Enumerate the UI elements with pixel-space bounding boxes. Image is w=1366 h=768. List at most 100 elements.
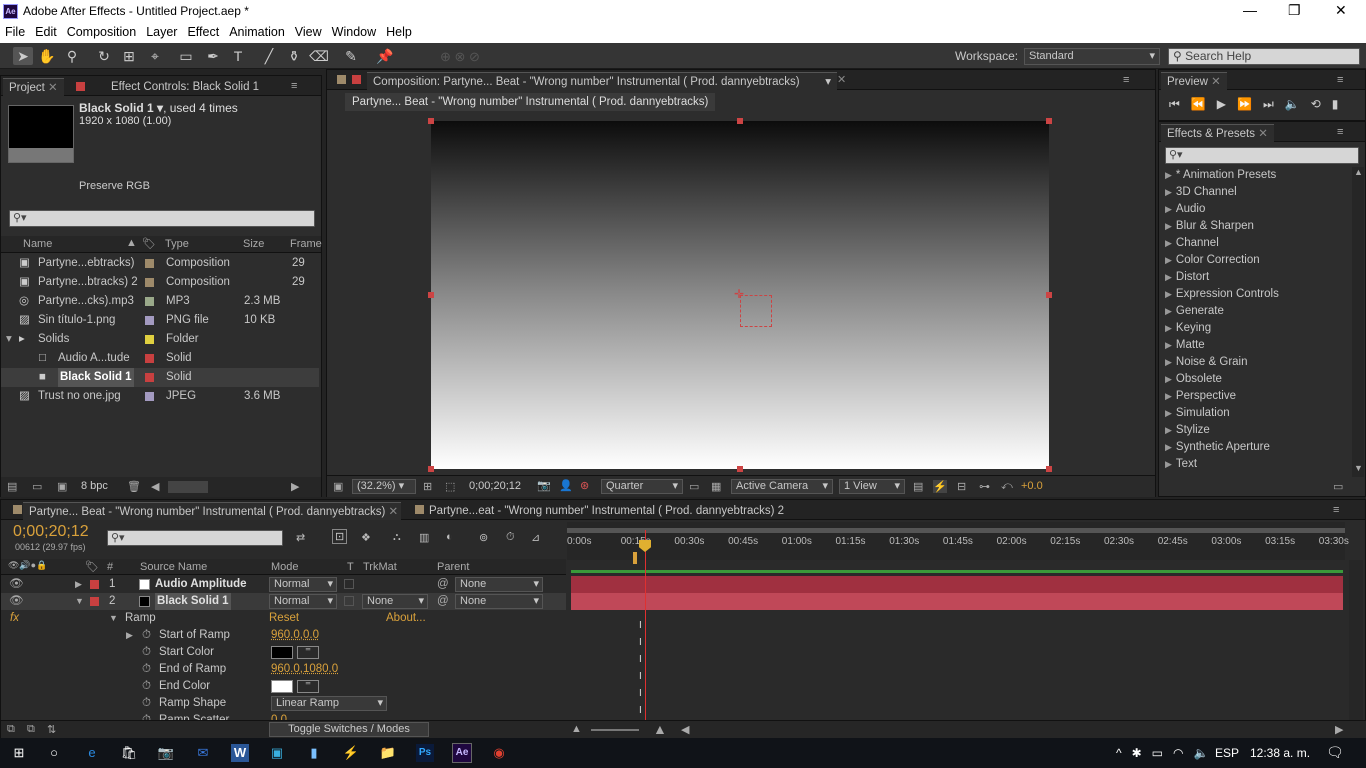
label-swatch[interactable]	[145, 354, 154, 363]
scroll-right-icon[interactable]: ▶	[1335, 723, 1343, 736]
stopwatch-icon[interactable]: ⏱	[142, 644, 151, 661]
file-explorer-icon[interactable]: 📁	[379, 744, 397, 762]
disclosure-triangle-icon[interactable]: ▶	[75, 576, 82, 593]
effect-category[interactable]: ▶ Obsolete	[1161, 371, 1351, 388]
interpret-footage-icon[interactable]: ▤	[7, 480, 17, 493]
camera-select[interactable]: Active Camera ▾	[731, 479, 833, 494]
windows-start-icon[interactable]: ⊞	[10, 744, 28, 762]
layer-row[interactable]: 👁 ▼ 2 Black Solid 1 Normal ▾ None ▾ @ None ▾	[1, 593, 566, 610]
toggle-pixel-aspect-icon[interactable]: ▤	[913, 480, 923, 493]
label-swatch[interactable]	[90, 597, 99, 606]
close-icon[interactable]: ✕	[389, 506, 399, 518]
store-icon[interactable]: 🛍	[120, 744, 138, 762]
photoshop-icon[interactable]: Ps	[416, 744, 434, 762]
project-row[interactable]: □ Audio A...tude Solid	[1, 349, 319, 368]
panel-menu-icon[interactable]: ≡	[1337, 126, 1343, 138]
trash-icon[interactable]: 🗑	[127, 480, 141, 493]
draft-3d-icon[interactable]: ❖	[361, 531, 371, 544]
handle[interactable]	[1046, 292, 1052, 298]
label-swatch[interactable]	[145, 278, 154, 287]
effect-category[interactable]: ▶ Generate	[1161, 303, 1351, 320]
minimize-icon[interactable]: —	[1243, 2, 1257, 18]
menu-file[interactable]: File	[0, 23, 30, 41]
handle[interactable]	[1046, 466, 1052, 472]
always-preview-icon[interactable]: ▣	[333, 480, 343, 493]
disclosure-triangle-icon[interactable]: ▶	[1161, 221, 1176, 231]
playhead-line[interactable]	[645, 530, 646, 720]
panel-menu-icon[interactable]: ≡	[1333, 504, 1339, 516]
menu-composition[interactable]: Composition	[62, 23, 141, 41]
notifications-icon[interactable]: 🗨	[1326, 744, 1344, 761]
project-row[interactable]: ■ Black Solid 1 Solid	[1, 368, 319, 387]
tab-preview[interactable]: Preview ✕	[1161, 72, 1227, 90]
disclosure-triangle-icon[interactable]: ▾	[6, 330, 12, 349]
h-scrollbar-thumb[interactable]	[168, 481, 208, 493]
menu-effect[interactable]: Effect	[182, 23, 224, 41]
snapshot-icon[interactable]: 📷	[537, 479, 551, 492]
region-of-interest-icon[interactable]: ▭	[689, 480, 699, 493]
type-tool-icon[interactable]: T	[228, 47, 248, 65]
scroll-left-icon[interactable]: ◀	[151, 480, 159, 493]
blend-mode-select[interactable]: Normal ▾	[269, 594, 337, 609]
project-search-input[interactable]: ⚲▾	[9, 210, 315, 227]
panel-menu-icon[interactable]: ≡	[1337, 74, 1343, 86]
timeline-current-time[interactable]: 0;00;20;12	[13, 523, 89, 541]
scroll-up-icon[interactable]: ▲	[1354, 167, 1363, 177]
clone-stamp-tool-icon[interactable]: ⚱	[284, 47, 304, 65]
handle[interactable]	[428, 292, 434, 298]
disclosure-triangle-icon[interactable]: ▶	[1161, 272, 1176, 282]
disclosure-triangle-icon[interactable]: ▶	[126, 627, 133, 644]
comp-viewer[interactable]: ✛	[428, 118, 1052, 472]
project-row[interactable]: ▨ Sin título-1.png PNG file 10 KB	[1, 311, 319, 330]
camera-tool-icon[interactable]: ⊞	[119, 47, 139, 65]
timeline-v-scrollbar[interactable]	[1349, 560, 1363, 720]
new-composition-icon[interactable]: ▣	[57, 480, 67, 493]
color-swatch[interactable]	[271, 680, 293, 693]
effect-row[interactable]: fx ▼ Ramp Reset About...	[1, 610, 566, 627]
cortana-icon[interactable]: ○	[45, 744, 63, 762]
chrome-icon[interactable]: ◉	[490, 744, 508, 762]
resolution-select[interactable]: Quarter ▾	[601, 479, 683, 494]
tray-icons[interactable]: ^✱▭◠🔈	[1116, 746, 1218, 760]
handle[interactable]	[737, 118, 743, 124]
menu-view[interactable]: View	[290, 23, 327, 41]
disclosure-triangle-icon[interactable]: ▶	[1161, 459, 1176, 469]
selection-tool-icon[interactable]: ➤	[13, 47, 33, 65]
grid-icon[interactable]: ⊞	[423, 480, 432, 493]
stopwatch-icon[interactable]: ⏱	[142, 678, 151, 695]
effect-category[interactable]: ▶ Blur & Sharpen	[1161, 218, 1351, 235]
brush-tool-icon[interactable]: ╱	[259, 47, 279, 65]
after-effects-taskbar-icon[interactable]: Ae	[452, 743, 472, 763]
menu-edit[interactable]: Edit	[30, 23, 62, 41]
color-swatch[interactable]	[271, 646, 293, 659]
anchor-point-icon[interactable]: ✛	[734, 287, 744, 301]
graph-editor-icon[interactable]: ⊿	[531, 531, 540, 544]
tab-effects-presets[interactable]: Effects & Presets ✕	[1161, 124, 1274, 142]
reset-exposure-icon[interactable]: ⤺	[1001, 480, 1013, 493]
restore-icon[interactable]: ❐	[1288, 2, 1301, 19]
bit-depth[interactable]: 8 bpc	[81, 480, 108, 492]
disclosure-triangle-icon[interactable]: ▶	[1161, 170, 1176, 180]
roto-brush-tool-icon[interactable]: ✎	[341, 47, 361, 65]
label-icon[interactable]: 🏷	[142, 237, 156, 250]
notes-icon[interactable]: ▮	[305, 744, 323, 762]
property-row[interactable]: ⏱ End Color ⁼	[1, 678, 566, 695]
stopwatch-icon[interactable]: ⏱	[142, 627, 151, 644]
audio-icon[interactable]: 🔈	[1285, 97, 1311, 111]
disclosure-triangle-icon[interactable]: ▶	[1161, 323, 1176, 333]
eye-icon[interactable]: 👁	[9, 576, 24, 593]
track-matte-select[interactable]: None ▾	[362, 594, 428, 609]
disclosure-triangle-icon[interactable]: ▶	[1161, 255, 1176, 265]
close-icon[interactable]: ✕	[1258, 128, 1268, 140]
eye-icon[interactable]: 👁	[9, 593, 24, 610]
tab-composition[interactable]: Composition: Partyne... Beat - "Wrong nu…	[367, 72, 837, 90]
property-value[interactable]: 960.0,0.0	[271, 627, 319, 644]
property-value[interactable]: 960.0,1080.0	[271, 661, 338, 678]
col-source-name[interactable]: Source Name	[140, 561, 207, 573]
preserve-transparency-checkbox[interactable]	[344, 579, 354, 589]
label-icon[interactable]: 🏷	[85, 560, 99, 573]
label-swatch[interactable]	[145, 297, 154, 306]
channel-icon[interactable]: ⊛	[580, 479, 589, 492]
comp-mini-flowchart-icon[interactable]: ⇄	[296, 531, 305, 544]
in-point-marker[interactable]	[633, 552, 637, 564]
